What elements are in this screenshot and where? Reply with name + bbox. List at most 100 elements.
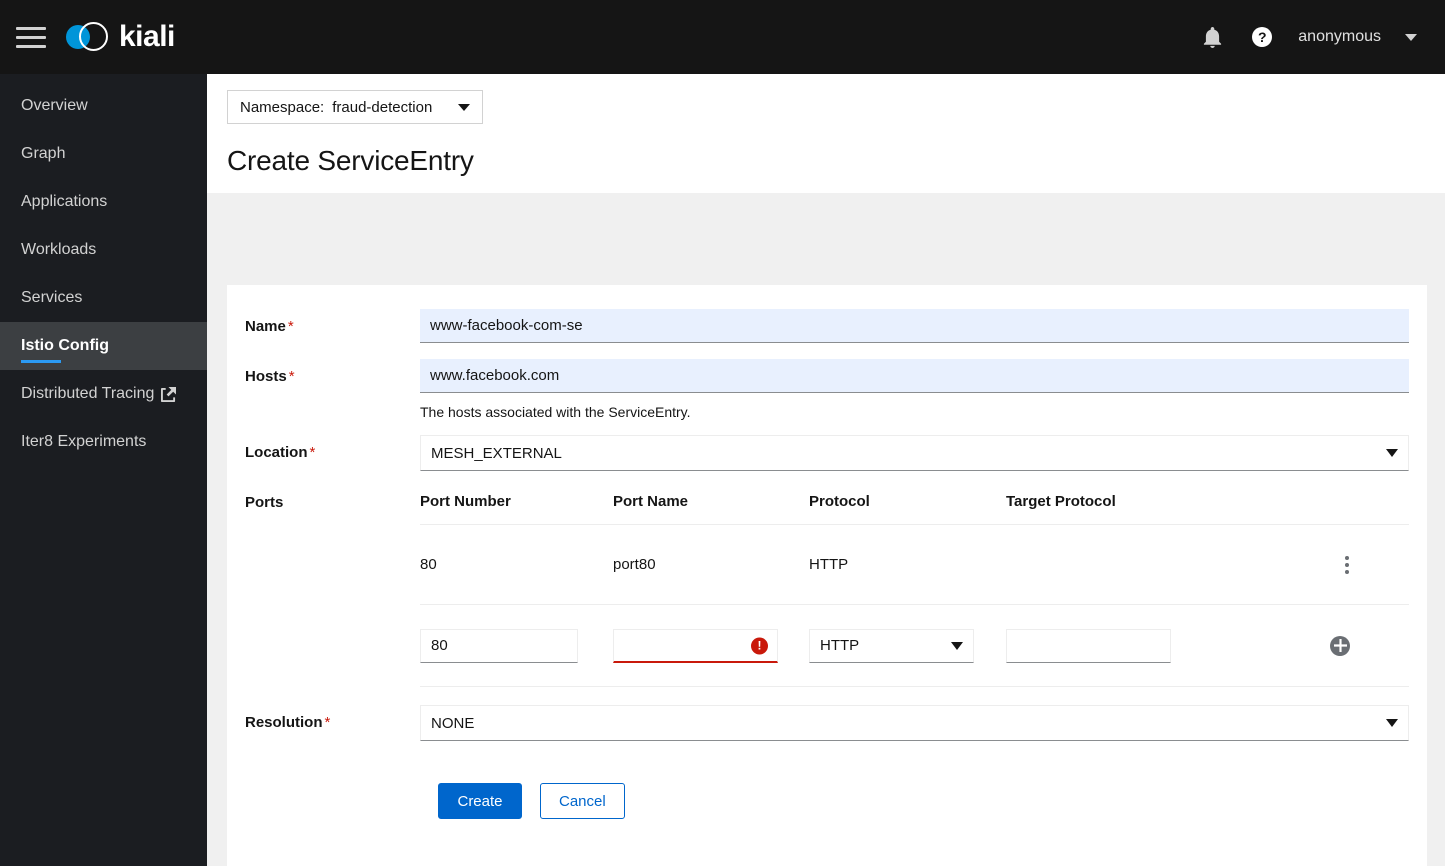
namespace-label: Namespace: xyxy=(240,98,325,116)
resolution-label: Resolution * xyxy=(245,705,420,733)
plus-circle-icon[interactable] xyxy=(1330,635,1350,656)
sidebar-nav: Overview Graph Applications Workloads Se… xyxy=(0,74,207,866)
form-row-hosts: Hosts* The hosts associated with the Ser… xyxy=(245,359,1409,421)
user-menu-label[interactable]: anonymous xyxy=(1292,28,1385,46)
resolution-label-text: Resolution xyxy=(245,714,323,731)
main-content: Namespace: fraud-detection Create Servic… xyxy=(207,74,1445,866)
ports-label-text: Ports xyxy=(245,494,284,511)
form-actions: Create Cancel xyxy=(245,783,1409,819)
create-service-entry-form-card: Name* Hosts* The hosts associated with t… xyxy=(227,285,1427,866)
column-header-target-protocol: Target Protocol xyxy=(1006,493,1116,510)
sidebar-item-label: Services xyxy=(21,289,83,306)
form-row-resolution: Resolution * NONE xyxy=(245,705,1409,741)
form-row-location: Location * MESH_EXTERNAL xyxy=(245,435,1409,471)
chevron-down-icon xyxy=(1386,719,1398,727)
new-protocol-value: HTTP xyxy=(820,637,860,654)
column-header-actions xyxy=(1306,493,1409,510)
required-marker: * xyxy=(288,368,295,385)
sidebar-item-overview[interactable]: Overview xyxy=(0,82,207,130)
sidebar-item-label: Graph xyxy=(21,145,66,162)
sidebar-item-label: Istio Config xyxy=(21,337,109,354)
sidebar-item-services[interactable]: Services xyxy=(0,274,207,322)
new-row-actions xyxy=(1306,635,1409,656)
location-select[interactable]: MESH_EXTERNAL xyxy=(420,435,1409,471)
new-port-name-wrap: ! xyxy=(613,628,778,663)
ports-table-header: Port Number Port Name Protocol Target Pr… xyxy=(420,493,1409,525)
notifications-button[interactable] xyxy=(1192,17,1232,57)
sidebar-item-label: Workloads xyxy=(21,241,97,258)
kebab-dot xyxy=(1345,569,1349,574)
cell-port-number: 80 xyxy=(420,556,437,573)
form-row-name: Name * xyxy=(245,309,1409,343)
hosts-label-text: Hosts xyxy=(245,368,287,385)
resolution-select[interactable]: NONE xyxy=(420,705,1409,741)
help-icon: ? xyxy=(1252,27,1273,47)
column-header-protocol: Protocol xyxy=(809,493,870,510)
kebab-menu-icon[interactable] xyxy=(1329,547,1365,583)
error-exclamation-icon: ! xyxy=(751,637,768,654)
new-port-number-cell xyxy=(420,628,613,663)
external-link-icon xyxy=(161,386,177,402)
hamburger-bar xyxy=(16,35,46,39)
masthead-toolbar: ? anonymous xyxy=(1192,17,1445,57)
create-button[interactable]: Create xyxy=(438,783,522,819)
table-row: 80 port80 HTTP xyxy=(420,525,1409,605)
chevron-down-icon[interactable] xyxy=(1405,33,1417,41)
resolution-control: NONE xyxy=(420,705,1409,741)
location-label: Location * xyxy=(245,435,420,463)
sidebar-item-istio-config[interactable]: Istio Config xyxy=(0,322,207,370)
new-port-name-cell: ! xyxy=(613,628,809,663)
cell-protocol: HTTP xyxy=(809,556,849,573)
chevron-down-icon xyxy=(951,641,963,650)
sidebar-item-label: Overview xyxy=(21,97,88,114)
sidebar-item-label: Distributed Tracing xyxy=(21,385,155,402)
kiali-logo-icon xyxy=(66,20,110,54)
name-input[interactable] xyxy=(420,309,1409,343)
new-protocol-cell: HTTP xyxy=(809,628,1006,663)
new-protocol-select[interactable]: HTTP xyxy=(809,628,974,663)
ports-table: Port Number Port Name Protocol Target Pr… xyxy=(420,493,1409,687)
cell-port-name: port80 xyxy=(613,556,656,573)
new-target-protocol-cell xyxy=(1006,628,1306,663)
ports-label: Ports xyxy=(245,493,420,513)
kebab-dot xyxy=(1345,555,1349,560)
sidebar-item-graph[interactable]: Graph xyxy=(0,130,207,178)
namespace-selector[interactable]: Namespace: fraud-detection xyxy=(227,90,484,124)
name-label: Name * xyxy=(245,309,420,337)
new-port-number-input[interactable] xyxy=(420,628,578,663)
location-label-text: Location xyxy=(245,444,308,461)
sidebar-item-label: Iter8 Experiments xyxy=(21,433,147,450)
hosts-input[interactable] xyxy=(420,359,1409,393)
cancel-button[interactable]: Cancel xyxy=(540,783,625,819)
new-target-protocol-input[interactable] xyxy=(1006,628,1171,663)
hosts-helper-text: The hosts associated with the ServiceEnt… xyxy=(420,404,691,420)
logo-outline-circle xyxy=(79,22,108,51)
sidebar-item-distributed-tracing[interactable]: Distributed Tracing xyxy=(0,370,207,418)
location-control: MESH_EXTERNAL xyxy=(420,435,1409,471)
column-header-port-number: Port Number xyxy=(420,493,511,510)
sidebar-item-iter8-experiments[interactable]: Iter8 Experiments xyxy=(0,418,207,466)
help-button[interactable]: ? xyxy=(1242,17,1282,57)
form-row-ports: Ports Port Number Port Name Protocol Tar… xyxy=(245,493,1409,687)
hamburger-bar xyxy=(16,44,46,48)
bell-icon xyxy=(1203,26,1222,48)
resolution-selected-value: NONE xyxy=(431,714,475,732)
kiali-app: kiali ? anonymous Overview Graph Applica… xyxy=(0,0,1445,866)
sidebar-item-applications[interactable]: Applications xyxy=(0,178,207,226)
required-marker: * xyxy=(324,714,331,731)
page-header: Namespace: fraud-detection Create Servic… xyxy=(207,74,1445,193)
required-marker: * xyxy=(287,318,294,335)
brand-logo-link[interactable]: kiali xyxy=(66,20,175,54)
hamburger-menu-icon[interactable] xyxy=(16,22,48,52)
chevron-down-icon xyxy=(458,103,471,111)
name-control xyxy=(420,309,1409,343)
hosts-control: The hosts associated with the ServiceEnt… xyxy=(420,359,1409,421)
hamburger-bar xyxy=(16,26,46,30)
hosts-label: Hosts * xyxy=(245,359,420,387)
location-selected-value: MESH_EXTERNAL xyxy=(431,444,562,462)
kebab-dot xyxy=(1345,562,1349,567)
column-header-port-name: Port Name xyxy=(613,493,689,510)
sidebar-item-workloads[interactable]: Workloads xyxy=(0,226,207,274)
masthead: kiali ? anonymous xyxy=(0,0,1445,74)
sidebar-item-label: Applications xyxy=(21,193,108,210)
